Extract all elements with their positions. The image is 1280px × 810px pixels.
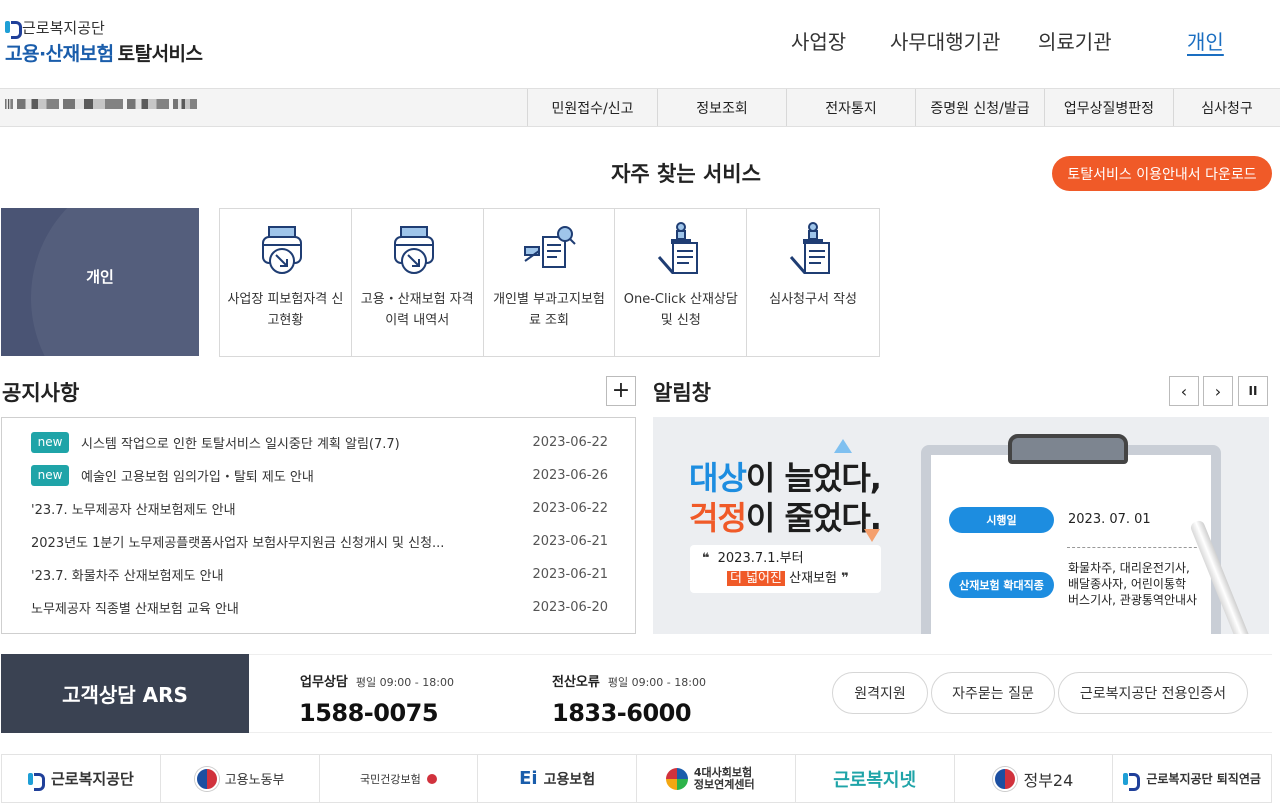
submenu-civil-petition[interactable]: 민원접수/신고	[527, 89, 657, 126]
footer-logo-gov24[interactable]: 정부24	[955, 755, 1114, 802]
submenu-review-request[interactable]: 심사청구	[1173, 89, 1280, 126]
personal-label: 개인	[86, 267, 114, 286]
personal-tab-box[interactable]: 개인	[1, 208, 199, 356]
taegeuk-emblem-icon	[993, 766, 1018, 791]
expanded-jobs-pill: 산재보험 확대직종	[949, 572, 1054, 598]
notice-row[interactable]: '23.7. 화물차주 산재보험제도 안내 2023-06-21	[2, 558, 635, 591]
footer-logo-nhis[interactable]: 국민건강보험	[320, 755, 479, 802]
remote-support-button[interactable]: 원격지원	[832, 672, 928, 714]
service-premium-lookup[interactable]: 개인별 부과고지보험료 조회	[484, 209, 616, 356]
notice-text[interactable]: 2023년도 1분기 노무제공플랫폼사업자 보험사무지원금 신청개시 및 신청.…	[31, 532, 444, 551]
frequent-services-grid: 사업장 피보험자격 신고현황 고용・산재보험 자격 이력 내역서 개인별 부과고…	[219, 208, 880, 357]
guide-download-button[interactable]: 토탈서비스 이용안내서 다운로드	[1052, 156, 1272, 191]
chevron-right-icon[interactable]: ›	[1203, 376, 1233, 406]
submenu-info-lookup[interactable]: 정보조회	[657, 89, 786, 126]
business-consult-number: 1588-0075	[299, 699, 439, 727]
sub-menu-bar: 민원접수/신고 정보조회 전자통지 증명원 신청/발급 업무상질병판정 심사청구	[0, 88, 1280, 127]
new-badge: new	[31, 432, 69, 453]
footer-logo-moel[interactable]: 고용노동부	[161, 755, 320, 802]
footer-logo-pension[interactable]: 근로복지공단 퇴직연금	[1113, 755, 1271, 802]
submenu-disease-judgment[interactable]: 업무상질병판정	[1044, 89, 1173, 126]
breadcrumb	[5, 99, 197, 109]
notice-date: 2023-06-22	[532, 501, 608, 516]
service-workplace-insured-status[interactable]: 사업장 피보험자격 신고현황	[220, 209, 352, 356]
footer-logo-comwel[interactable]: 근로복지공단	[2, 755, 161, 802]
submenu-e-notice[interactable]: 전자통지	[786, 89, 915, 126]
arrow-up-icon	[834, 439, 852, 453]
stamp-document-icon	[657, 222, 698, 274]
nhis-logo-icon	[426, 773, 437, 784]
faq-button[interactable]: 자주묻는 질문	[931, 672, 1055, 714]
notice-more-button[interactable]: +	[606, 376, 636, 406]
it-error-label: 전산오류 평일 09:00 - 18:00	[552, 675, 706, 690]
footer-logo-ei[interactable]: Ei 고용보험	[478, 755, 637, 802]
notice-text[interactable]: '23.7. 노무제공자 산재보험제도 안내	[31, 499, 236, 518]
notice-date: 2023-06-22	[532, 435, 608, 450]
certificate-button[interactable]: 근로복지공단 전용인증서	[1058, 672, 1248, 714]
new-badge: new	[31, 465, 69, 486]
notice-row[interactable]: new 예술인 고용보험 임의가입・탈퇴 제도 안내 2023-06-26	[2, 459, 635, 492]
notice-row[interactable]: new 시스템 작업으로 인한 토탈서비스 일시중단 계획 알림(7.7) 20…	[2, 426, 635, 459]
effective-date-pill: 시행일	[949, 507, 1054, 533]
taegeuk-emblem-icon	[194, 766, 219, 791]
alert-window-title: 알림창	[653, 381, 711, 405]
notice-text[interactable]: 예술인 고용보험 임의가입・탈퇴 제도 안내	[81, 466, 314, 485]
customer-ars-label: 고객상담 ARS	[1, 654, 249, 733]
four-insurance-logo-icon	[665, 767, 688, 790]
footer-logo-4insure[interactable]: 4대사회보험 정보연계센터	[637, 755, 796, 802]
notice-row[interactable]: '23.7. 노무제공자 산재보험제도 안내 2023-06-22	[2, 492, 635, 525]
notice-date: 2023-06-21	[532, 534, 608, 549]
footer-logo-bar: 근로복지공단 고용노동부 국민건강보험 Ei 고용보험 4대사회보험 정보연계센…	[1, 754, 1272, 803]
notice-date: 2023-06-21	[532, 567, 608, 582]
submenu-certificate[interactable]: 증명원 신청/발급	[915, 89, 1044, 126]
nav-agency[interactable]: 사무대행기관	[890, 26, 1000, 55]
stamp-document-icon	[789, 222, 831, 274]
comwel-logo-icon	[27, 772, 45, 791]
arrow-down-icon	[864, 529, 880, 542]
notice-date: 2023-06-20	[532, 600, 608, 615]
top-nav: 사업장 사무대행기관 의료기관 개인	[0, 26, 1280, 56]
document-tray-icon	[262, 226, 303, 274]
alert-banner[interactable]: 대상이 늘었다, 걱정이 줄었다. ❝ 2023.7.1.부터 더 넓어진 산재보…	[653, 417, 1269, 634]
nav-personal[interactable]: 개인	[1187, 26, 1224, 55]
notice-date: 2023-06-26	[532, 468, 608, 483]
service-insurance-history[interactable]: 고용・산재보험 자격 이력 내역서	[352, 209, 484, 356]
notice-list: new 시스템 작업으로 인한 토탈서비스 일시중단 계획 알림(7.7) 20…	[1, 417, 636, 634]
banner-headline-2: 걱정이 줄었다.	[689, 499, 882, 537]
notice-text[interactable]: 노무제공자 직종별 산재보험 교육 안내	[31, 598, 239, 617]
comwel-logo-icon	[1123, 772, 1141, 791]
notice-row[interactable]: 2023년도 1분기 노무제공플랫폼사업자 보험사무지원금 신청개시 및 신청.…	[2, 525, 635, 558]
search-document-icon	[523, 226, 576, 268]
clipboard-clip-icon	[1008, 434, 1128, 464]
expanded-jobs-value: 화물차주, 대리운전기사, 배달종사자, 어린이통학 버스기사, 관광통역안내사	[1068, 561, 1198, 607]
effective-date-value: 2023. 07. 01	[1068, 512, 1151, 527]
notice-text[interactable]: '23.7. 화물차주 산재보험제도 안내	[31, 565, 224, 584]
divider	[1067, 547, 1207, 548]
business-consult-label: 업무상담 평일 09:00 - 18:00	[300, 675, 454, 690]
pause-icon[interactable]: II	[1238, 376, 1268, 406]
ei-logo-icon: Ei	[519, 768, 538, 789]
site-header: 근로복지공단 고용·산재보험 토탈서비스 사업장 사무대행기관 의료기관 개인	[0, 0, 1280, 88]
chevron-left-icon[interactable]: ‹	[1169, 376, 1199, 406]
nav-workplace[interactable]: 사업장	[791, 26, 846, 55]
nav-medical[interactable]: 의료기관	[1038, 26, 1112, 55]
notice-title: 공지사항	[2, 381, 80, 405]
service-one-click-counsel[interactable]: One-Click 산재상담 및 신청	[615, 209, 748, 356]
document-tray-icon	[394, 226, 435, 274]
footer-logo-welfare-net[interactable]: 근로복지넷	[796, 755, 955, 802]
notice-row[interactable]: 노무제공자 직종별 산재보험 교육 안내 2023-06-20	[2, 591, 635, 624]
notice-text[interactable]: 시스템 작업으로 인한 토탈서비스 일시중단 계획 알림(7.7)	[81, 433, 400, 452]
sub-menu-items: 민원접수/신고 정보조회 전자통지 증명원 신청/발급 업무상질병판정 심사청구	[527, 89, 1280, 126]
service-review-request-write[interactable]: 심사청구서 작성	[747, 209, 879, 356]
it-error-number: 1833-6000	[552, 699, 692, 727]
banner-quote: ❝ 2023.7.1.부터 더 넓어진 산재보험 ❞	[690, 545, 881, 593]
